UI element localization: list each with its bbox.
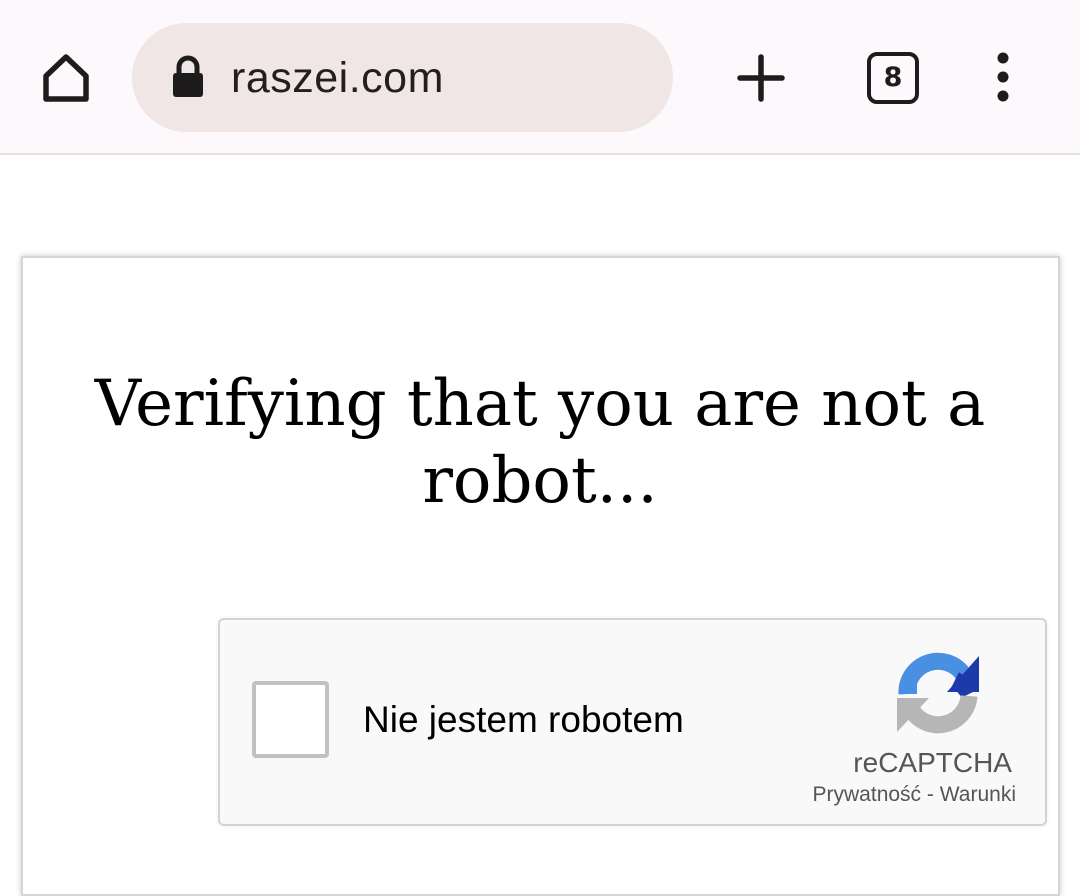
new-tab-button[interactable] [733,50,789,106]
browser-toolbar: raszei.com 8 [0,0,1080,155]
url-text[interactable]: raszei.com [231,52,444,104]
checkbox-label: Nie jestem robotem [363,699,684,740]
home-button[interactable] [36,48,96,108]
tab-switcher-button[interactable]: 8 [867,52,919,104]
menu-button[interactable] [982,50,1024,106]
tab-count: 8 [883,62,903,93]
terms-link[interactable]: Warunki [940,783,1016,806]
lock-icon [171,55,205,99]
page-heading: Verifying that you are not a robot... [94,367,986,518]
recaptcha-links: Prywatność - Warunki [740,782,1016,808]
not-robot-checkbox[interactable] [252,681,329,758]
more-vert-icon [997,52,1009,102]
links-separator: - [926,783,934,806]
recaptcha-brand: reCAPTCHA [853,747,1012,778]
plus-icon [737,54,785,102]
recaptcha-logo-icon [895,650,981,736]
home-icon [43,54,89,102]
privacy-link[interactable]: Prywatność [813,783,922,806]
